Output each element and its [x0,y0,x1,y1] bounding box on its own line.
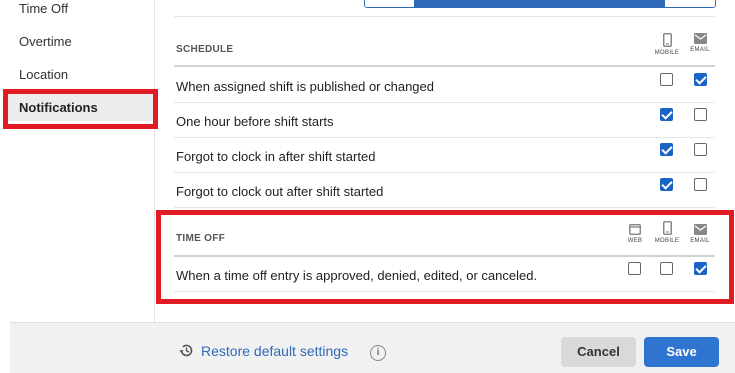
email-checkbox[interactable] [694,178,707,191]
email-icon [693,33,707,44]
mobile-checkbox[interactable] [660,143,673,156]
email-icon [693,224,707,235]
cancel-button[interactable]: Cancel [561,337,636,367]
day-button[interactable] [615,0,665,7]
row-divider [174,291,715,292]
time-off-row-label: When a time off entry is approved, denie… [176,268,538,283]
web-checkbox[interactable] [628,262,641,275]
day-selector [364,0,716,8]
email-checkbox[interactable] [694,73,707,86]
mobile-column-header: MOBILE [649,33,685,56]
mobile-icon [662,33,672,47]
web-icon [629,224,641,235]
sidebar-item-notifications[interactable]: Notifications [19,100,98,115]
sidebar-item-time-off[interactable]: Time Off [19,1,68,16]
row-divider [174,207,715,208]
save-button[interactable]: Save [644,337,719,367]
mobile-icon [662,221,672,235]
schedule-row-label: Forgot to clock out after shift started [176,184,384,199]
mobile-column-header: MOBILE [649,221,685,244]
mobile-checkbox[interactable] [660,262,673,275]
schedule-row-label: One hour before shift starts [176,114,334,129]
restore-defaults-link[interactable]: Restore default settings [178,342,348,359]
mobile-checkbox[interactable] [660,108,673,121]
schedule-row-label: Forgot to clock in after shift started [176,149,376,164]
web-column-header: WEB [617,224,653,244]
divider [174,16,715,17]
schedule-row-label: When assigned shift is published or chan… [176,79,434,94]
mobile-checkbox[interactable] [660,73,673,86]
day-button[interactable] [515,0,565,7]
email-column-header: EMAIL [682,33,718,53]
schedule-section-title: SCHEDULE [176,44,234,55]
email-checkbox[interactable] [694,262,707,275]
day-button[interactable] [565,0,615,7]
day-button[interactable] [415,0,465,7]
row-divider [174,102,715,103]
sidebar-item-overtime[interactable]: Overtime [19,34,72,49]
email-checkbox[interactable] [694,108,707,121]
row-divider [174,137,715,138]
day-button[interactable] [665,0,715,7]
time-off-section-title: TIME OFF [176,233,226,244]
restore-defaults-label: Restore default settings [201,342,349,359]
email-checkbox[interactable] [694,143,707,156]
restore-icon [179,344,193,357]
section-separator [174,65,715,67]
info-icon[interactable]: i [370,345,386,361]
sidebar-item-location[interactable]: Location [19,67,68,82]
day-button[interactable] [465,0,515,7]
section-separator [174,255,715,257]
day-button[interactable] [365,0,415,7]
email-column-header: EMAIL [682,224,718,244]
mobile-checkbox[interactable] [660,178,673,191]
row-divider [174,172,715,173]
